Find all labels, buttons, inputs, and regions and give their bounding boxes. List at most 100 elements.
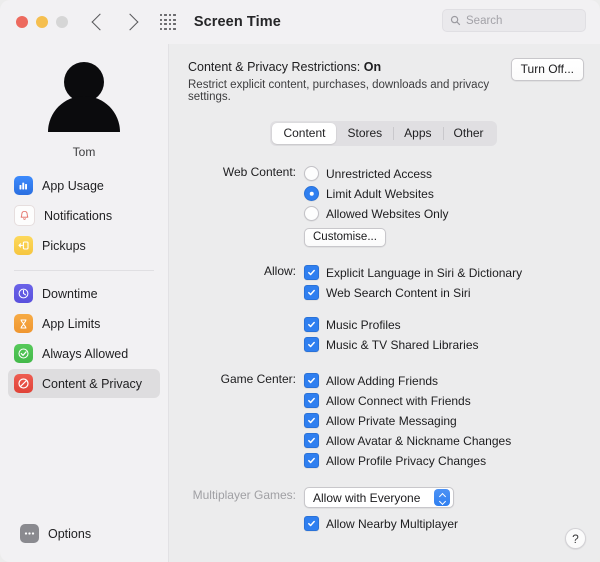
sidebar-item-label: Content & Privacy bbox=[42, 376, 143, 391]
multiplayer-games-label: Multiplayer Games: bbox=[192, 488, 296, 502]
search-placeholder: Search bbox=[466, 14, 503, 27]
account-section[interactable]: Tom bbox=[0, 44, 168, 159]
checkbox-label: Allow Adding Friends bbox=[326, 373, 439, 388]
checkbox[interactable] bbox=[304, 337, 319, 352]
checkbox-allow-connect-with-friends[interactable]: Allow Connect with Friends bbox=[304, 391, 584, 410]
search-icon bbox=[450, 15, 461, 26]
turn-off-button[interactable]: Turn Off... bbox=[510, 58, 584, 81]
restrictions-status-line: Content & Privacy Restrictions: On bbox=[188, 60, 511, 74]
sidebar-item-label: Notifications bbox=[44, 208, 113, 223]
checkbox-music-tv-shared-libraries[interactable]: Music & TV Shared Libraries bbox=[304, 335, 584, 354]
checkbox-allow-avatar-nickname-changes[interactable]: Allow Avatar & Nickname Changes bbox=[304, 431, 584, 450]
checkbox-label: Explicit Language in Siri & Dictionary bbox=[326, 265, 523, 280]
avatar bbox=[45, 60, 123, 138]
checkbox-label: Web Search Content in Siri bbox=[326, 285, 471, 300]
help-button[interactable]: ? bbox=[565, 528, 586, 549]
sidebar-item-options[interactable]: Options bbox=[14, 519, 154, 548]
radio-button[interactable] bbox=[304, 166, 319, 181]
checkbox[interactable] bbox=[304, 285, 319, 300]
checkbox-label: Allow Private Messaging bbox=[326, 413, 457, 428]
tab-apps[interactable]: Apps bbox=[393, 123, 442, 144]
checkbox[interactable] bbox=[304, 373, 319, 388]
checkbox[interactable] bbox=[304, 317, 319, 332]
sidebar-item-pickups[interactable]: Pickups bbox=[8, 231, 160, 260]
screen-time-window: Screen Time Search Tom App Usage Notific… bbox=[0, 0, 600, 562]
sidebar-item-downtime[interactable]: Downtime bbox=[8, 279, 160, 308]
sidebar-item-label: App Limits bbox=[42, 316, 101, 331]
checkbox[interactable] bbox=[304, 453, 319, 468]
sidebar-group-limits: Downtime App Limits Always Allowed Conte… bbox=[0, 279, 168, 399]
checkbox-allow-private-messaging[interactable]: Allow Private Messaging bbox=[304, 411, 584, 430]
restrictions-header-text: Content & Privacy Restrictions: On Restr… bbox=[183, 60, 511, 103]
no-entry-icon bbox=[14, 374, 33, 393]
checkbox-label: Allow Nearby Multiplayer bbox=[326, 516, 459, 531]
sidebar: Tom App Usage Notifications Pickups Down… bbox=[0, 44, 169, 562]
game-center-options: Allow Adding Friends Allow Connect with … bbox=[304, 371, 584, 471]
radio-allowed-websites-only[interactable]: Allowed Websites Only bbox=[304, 204, 584, 223]
checkbox[interactable] bbox=[304, 265, 319, 280]
checkbox-web-search-content-siri[interactable]: Web Search Content in Siri bbox=[304, 283, 584, 302]
zoom-button[interactable] bbox=[56, 16, 68, 28]
multiplayer-games-select[interactable]: Allow with Everyone bbox=[304, 487, 454, 508]
sidebar-item-notifications[interactable]: Notifications bbox=[8, 201, 160, 230]
game-center-row: Game Center: Allow Adding Friends Allow … bbox=[183, 371, 584, 471]
sidebar-group-usage: App Usage Notifications Pickups bbox=[0, 171, 168, 261]
sidebar-item-always-allowed[interactable]: Always Allowed bbox=[8, 339, 160, 368]
customise-button[interactable]: Customise... bbox=[304, 228, 386, 247]
checkbox-allow-nearby-multiplayer[interactable]: Allow Nearby Multiplayer bbox=[304, 514, 584, 533]
radio-label: Unrestricted Access bbox=[326, 166, 433, 181]
allow-label: Allow: bbox=[263, 264, 296, 278]
apps-grid-icon[interactable] bbox=[160, 14, 176, 30]
checkbox-music-profiles[interactable]: Music Profiles bbox=[304, 315, 584, 334]
radio-label: Allowed Websites Only bbox=[326, 206, 449, 221]
title-bar: Screen Time Search bbox=[0, 0, 600, 44]
sidebar-item-label: Downtime bbox=[42, 286, 98, 301]
checkbox-label: Music & TV Shared Libraries bbox=[326, 337, 479, 352]
game-center-label: Game Center: bbox=[220, 372, 296, 386]
radio-limit-adult-websites[interactable]: Limit Adult Websites bbox=[304, 184, 584, 203]
checkbox-label: Music Profiles bbox=[326, 317, 401, 332]
radio-label: Limit Adult Websites bbox=[326, 186, 434, 201]
sidebar-item-content-privacy[interactable]: Content & Privacy bbox=[8, 369, 160, 398]
search-field[interactable]: Search bbox=[442, 9, 586, 32]
checkbox-allow-adding-friends[interactable]: Allow Adding Friends bbox=[304, 371, 584, 390]
sidebar-item-label: Pickups bbox=[42, 238, 86, 253]
content-settings-form: Web Content: Unrestricted Access Limit A… bbox=[183, 164, 584, 534]
close-button[interactable] bbox=[16, 16, 28, 28]
forward-arrow-icon[interactable] bbox=[121, 13, 139, 31]
sidebar-item-label: Options bbox=[48, 526, 92, 541]
restrictions-subtitle: Restrict explicit content, purchases, do… bbox=[188, 79, 490, 103]
pickups-icon bbox=[14, 236, 33, 255]
check-circle-icon bbox=[14, 344, 33, 363]
checkbox[interactable] bbox=[304, 393, 319, 408]
minimize-button[interactable] bbox=[36, 16, 48, 28]
sidebar-item-app-usage[interactable]: App Usage bbox=[8, 171, 160, 200]
chevron-updown-icon[interactable] bbox=[434, 489, 450, 506]
clock-moon-icon bbox=[14, 284, 33, 303]
web-content-options: Unrestricted Access Limit Adult Websites… bbox=[304, 164, 584, 247]
multiplayer-games-value: Allow with Everyone bbox=[313, 490, 421, 505]
checkbox-allow-profile-privacy-changes[interactable]: Allow Profile Privacy Changes bbox=[304, 451, 584, 470]
restrictions-header: Content & Privacy Restrictions: On Restr… bbox=[183, 58, 584, 103]
sidebar-footer: Options bbox=[0, 519, 168, 562]
checkbox-explicit-language-siri[interactable]: Explicit Language in Siri & Dictionary bbox=[304, 263, 584, 282]
multiplayer-games-field: Allow with Everyone Allow Nearby Multipl… bbox=[304, 487, 584, 534]
allow-options: Explicit Language in Siri & Dictionary W… bbox=[304, 263, 584, 355]
back-arrow-icon[interactable] bbox=[91, 13, 109, 31]
tab-content[interactable]: Content bbox=[272, 123, 337, 144]
checkbox[interactable] bbox=[304, 413, 319, 428]
sidebar-item-app-limits[interactable]: App Limits bbox=[8, 309, 160, 338]
checkbox[interactable] bbox=[304, 433, 319, 448]
sidebar-item-label: App Usage bbox=[42, 178, 104, 193]
sidebar-item-label: Always Allowed bbox=[42, 346, 129, 361]
radio-button[interactable] bbox=[304, 206, 319, 221]
tab-other[interactable]: Other bbox=[442, 123, 495, 144]
window-body: Tom App Usage Notifications Pickups Down… bbox=[0, 44, 600, 562]
hourglass-icon bbox=[14, 314, 33, 333]
radio-button[interactable] bbox=[304, 186, 319, 201]
radio-unrestricted-access[interactable]: Unrestricted Access bbox=[304, 164, 584, 183]
tab-stores[interactable]: Stores bbox=[336, 123, 393, 144]
checkbox[interactable] bbox=[304, 516, 319, 531]
